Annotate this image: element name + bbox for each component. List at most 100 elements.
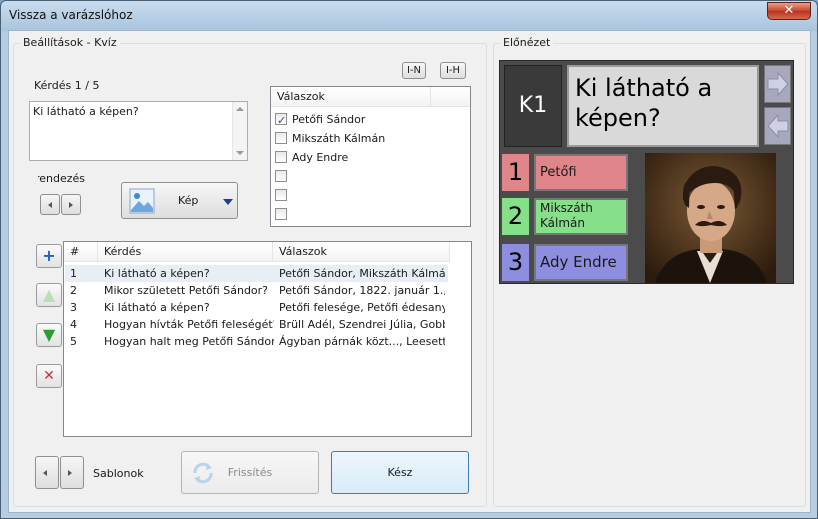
answer-item-1[interactable]: Petőfi Sándor — [275, 110, 366, 130]
preview-prev-button[interactable] — [764, 107, 791, 145]
templates-prev-button[interactable] — [35, 456, 59, 489]
row-num: 2 — [70, 284, 77, 297]
preview-question-text: Ki látható a képen? — [575, 74, 713, 132]
templates-next-button[interactable] — [60, 456, 84, 489]
portrait-illustration — [645, 153, 776, 283]
refresh-icon — [193, 462, 213, 484]
arrow-right-icon — [69, 201, 73, 208]
layout-next-button[interactable] — [61, 194, 81, 215]
question-textbox[interactable]: Ki látható a képen? — [29, 101, 248, 161]
arrow-left-icon — [48, 201, 52, 208]
table-row[interactable]: 3 Ki látható a képen? Petőfi felesége, P… — [65, 299, 448, 316]
refresh-button[interactable]: Frissítés — [181, 451, 319, 494]
scroll-up-icon[interactable] — [236, 107, 244, 111]
preview-answer-1[interactable]: Petőfi Sándor — [534, 154, 628, 213]
media-type-label: Kép — [178, 194, 199, 207]
preview-answer-3[interactable]: Ady Endre — [534, 244, 628, 281]
answers-header: Válaszok — [271, 87, 470, 107]
row-question: Hogyan halt meg Petőfi Sándor? — [104, 335, 274, 348]
settings-group-label: Beállítások - Kvíz — [20, 36, 120, 49]
answer-item-4[interactable] — [275, 167, 292, 186]
row-answers: Petőfi felesége, Petőfi édesany... — [279, 301, 445, 314]
delete-icon: ✕ — [43, 368, 55, 384]
media-type-dropdown[interactable]: Kép — [121, 182, 238, 219]
image-icon — [129, 188, 155, 214]
row-num: 3 — [70, 301, 77, 314]
answer-item-3[interactable]: Ady Endre — [275, 148, 348, 167]
quiz-preview: K1 Ki látható a képen? 1 Petőfi Sándor 2… — [499, 60, 794, 284]
question-scrollbar[interactable] — [232, 102, 247, 160]
preview-answer-num-3: 3 — [502, 244, 529, 281]
question-text: Ki látható a képen? — [33, 105, 139, 118]
answer-checkbox-5[interactable] — [275, 189, 287, 201]
i-h-button[interactable]: I-H — [440, 62, 466, 79]
questions-table-header: # Kérdés Válaszok — [64, 242, 450, 262]
column-header-question[interactable]: Kérdés — [98, 242, 273, 262]
table-row[interactable]: 1 Ki látható a képen? Petőfi Sándor, Mik… — [65, 265, 448, 282]
layout-label-box: Elrendezés — [38, 172, 85, 186]
layout-prev-button[interactable] — [40, 194, 60, 215]
answer-checkbox-6[interactable] — [275, 208, 287, 220]
preview-answer-num-1: 1 — [502, 154, 529, 191]
i-n-button[interactable]: I-N — [402, 62, 426, 79]
move-up-button[interactable]: ▲ — [36, 283, 62, 307]
column-header-num[interactable]: # — [64, 242, 98, 262]
row-question: Mikor született Petőfi Sándor? — [104, 284, 269, 297]
question-counter: Kérdés 1 / 5 — [34, 79, 100, 92]
answer-item-2[interactable]: Mikszáth Kálmán — [275, 129, 385, 148]
arrow-left-icon — [767, 113, 789, 139]
delete-question-button[interactable]: ✕ — [36, 364, 62, 388]
done-button[interactable]: Kész — [331, 451, 469, 494]
row-answers: Petőfi Sándor, 1822. január 1.,... — [279, 284, 445, 297]
answer-checkbox-3[interactable] — [275, 151, 287, 163]
answers-listbox: Válaszok Petőfi Sándor Mikszáth Kálmán A… — [270, 86, 471, 227]
close-button[interactable]: ✕ — [767, 2, 811, 20]
title-bar: Vissza a varázslóhoz ✕ — [1, 1, 817, 31]
scroll-down-icon[interactable] — [236, 151, 244, 155]
row-question: Ki látható a képen? — [104, 267, 210, 280]
answer-checkbox-2[interactable] — [275, 132, 287, 144]
answers-header-cell: Válaszok — [271, 87, 431, 107]
layout-label: Elrendezés — [38, 172, 85, 185]
answer-item-5[interactable] — [275, 186, 292, 205]
answer-checkbox-1[interactable] — [275, 111, 287, 130]
questions-table: # Kérdés Válaszok 1 Ki látható a képen? … — [63, 241, 472, 437]
window-title: Vissza a varázslóhoz — [9, 8, 133, 22]
preview-portrait-image — [645, 153, 776, 283]
table-row[interactable]: 2 Mikor született Petőfi Sándor? Petőfi … — [65, 282, 448, 299]
answer-checkbox-4[interactable] — [275, 170, 287, 182]
table-row[interactable]: 5 Hogyan halt meg Petőfi Sándor? Ágyban … — [65, 333, 448, 350]
add-question-button[interactable]: + — [36, 244, 62, 268]
preview-question-box: Ki látható a képen? — [567, 65, 759, 147]
arrow-right-icon — [767, 71, 789, 97]
arrow-right-icon — [68, 469, 72, 476]
answer-item-6[interactable] — [275, 205, 292, 224]
arrow-down-icon: ▼ — [42, 325, 56, 344]
window: Vissza a varázslóhoz ✕ Beállítások - Kví… — [0, 0, 818, 519]
row-num: 5 — [70, 335, 77, 348]
table-row[interactable]: 4 Hogyan hívták Petőfi feleségét? Brüll … — [65, 316, 448, 333]
row-num: 1 — [70, 267, 77, 280]
refresh-label: Frissítés — [227, 466, 273, 479]
answer-label-2: Mikszáth Kálmán — [292, 132, 386, 145]
arrow-left-icon — [43, 469, 47, 476]
preview-next-button[interactable] — [764, 65, 791, 103]
move-down-button[interactable]: ▼ — [36, 323, 62, 347]
row-answers: Brüll Adél, Szendrei Júlia, Gobbi... — [279, 318, 445, 331]
dropdown-arrow-icon — [223, 199, 233, 205]
preview-group-label: Előnézet — [500, 36, 554, 49]
plus-icon: + — [42, 246, 56, 265]
row-answers: Petőfi Sándor, Mikszáth Kálmán... — [279, 267, 445, 280]
templates-label: Sablonok — [93, 467, 144, 480]
row-answers: Ágyban párnák közt..., Leesett... — [279, 335, 445, 348]
row-num: 4 — [70, 318, 77, 331]
arrow-up-icon: ▲ — [42, 285, 56, 304]
answer-label-3: Ady Endre — [292, 151, 349, 164]
preview-answer-2[interactable]: Mikszáth Kálmán — [534, 198, 628, 235]
answer-label-1: Petőfi Sándor — [292, 113, 366, 126]
row-question: Ki látható a képen? — [104, 301, 210, 314]
preview-answer-num-2: 2 — [502, 198, 529, 235]
row-question: Hogyan hívták Petőfi feleségét? — [104, 318, 274, 331]
preview-question-id: K1 — [504, 65, 562, 147]
column-header-answers[interactable]: Válaszok — [273, 242, 450, 262]
